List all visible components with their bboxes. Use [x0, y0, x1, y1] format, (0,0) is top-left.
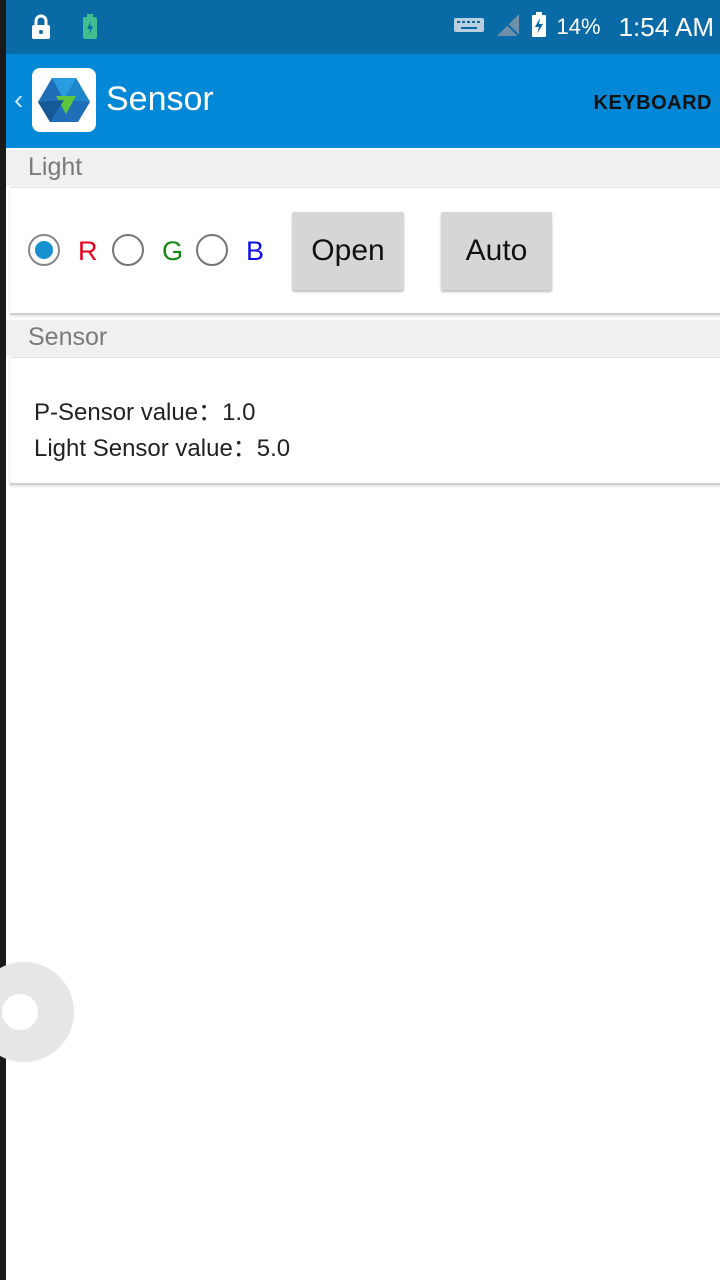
floating-assistive-button[interactable] [0, 962, 74, 1062]
radio-r-label: R [78, 236, 98, 266]
status-bar: 14% 1:54 AM [6, 0, 720, 54]
clock: 1:54 AM [618, 11, 714, 42]
radio-g-label: G [162, 236, 184, 266]
no-sim-icon [495, 12, 521, 43]
app-bar: ‹ Sensor KEYBOARD [6, 54, 720, 148]
radio-b-label: B [246, 236, 265, 266]
p-sensor-value: P-Sensor value：1.0 [34, 399, 256, 426]
light-section-title: Light [28, 153, 83, 181]
sensor-section-header: Sensor [6, 320, 720, 356]
battery-saver-icon [82, 14, 98, 45]
keyboard-icon [453, 16, 485, 39]
light-card: R G B Open Auto [10, 187, 720, 315]
screen-edge [0, 0, 6, 1280]
sensor-section-title: Sensor [28, 323, 108, 351]
auto-button[interactable]: Auto [441, 212, 552, 290]
radio-b[interactable] [196, 234, 228, 266]
back-chevron-icon[interactable]: ‹ [14, 84, 23, 116]
battery-charging-icon [531, 11, 547, 43]
app-title: Sensor [106, 80, 214, 118]
lock-icon [30, 14, 52, 45]
light-sensor-value: Light Sensor value：5.0 [34, 435, 291, 462]
open-button[interactable]: Open [292, 212, 404, 290]
light-section-header: Light [6, 150, 720, 186]
radio-r[interactable] [28, 234, 60, 266]
app-logo-icon[interactable] [32, 68, 96, 132]
sensor-card: P-Sensor value：1.0 Light Sensor value：5.… [10, 357, 720, 485]
battery-percent: 14% [556, 14, 601, 39]
radio-g[interactable] [112, 234, 144, 266]
keyboard-button[interactable]: KEYBOARD [594, 92, 712, 115]
